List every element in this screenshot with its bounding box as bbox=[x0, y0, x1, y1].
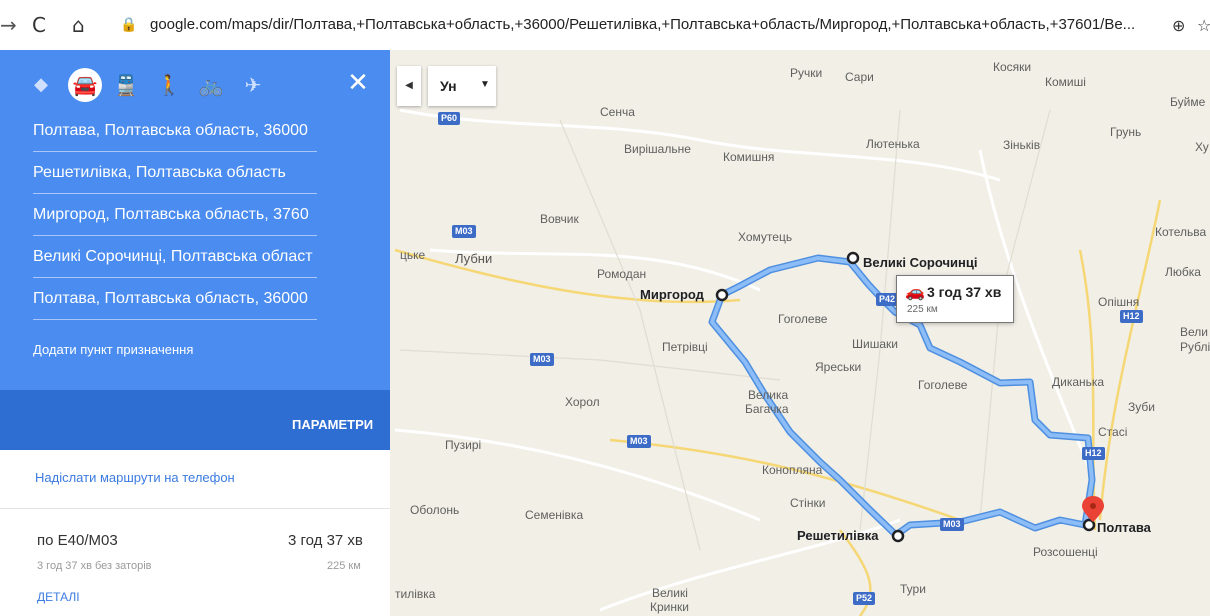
route-info-bubble[interactable]: 🚗 3 год 37 хв 225 км bbox=[896, 275, 1014, 323]
bike-icon[interactable]: 🚲 bbox=[194, 68, 228, 102]
place-label: Конопляна bbox=[762, 463, 823, 477]
forward-icon[interactable]: → bbox=[0, 13, 17, 37]
road-shield: M03 bbox=[940, 518, 964, 531]
place-label: Опішня bbox=[1098, 295, 1140, 309]
place-label: Велика bbox=[748, 388, 789, 402]
place-label: Рублі bbox=[1180, 340, 1210, 354]
place-label: Зуби bbox=[1128, 400, 1155, 414]
place-label: Хорол bbox=[565, 395, 600, 409]
place-label: Сари bbox=[845, 70, 874, 84]
chevron-down-icon: ▼ bbox=[480, 79, 490, 90]
place-label: Гоголеве bbox=[778, 312, 828, 326]
stop-field-5[interactable]: Полтава, Полтавська область, 36000 bbox=[33, 281, 317, 320]
place-label: Вели bbox=[1180, 325, 1208, 339]
route-name[interactable]: по E40/M03 bbox=[37, 532, 118, 549]
stop-label-reshetylivka[interactable]: Решетилівка bbox=[797, 528, 878, 543]
place-label: Гоголеве bbox=[918, 378, 968, 392]
place-label: Багачка bbox=[745, 402, 789, 416]
info-distance: 225 км bbox=[907, 304, 938, 315]
add-tab-icon[interactable]: ⊕ bbox=[1172, 16, 1185, 35]
route-traffic-note: 3 год 37 хв без заторів bbox=[37, 560, 152, 572]
stop-marker-sorochyntsi bbox=[846, 251, 860, 265]
car-icon[interactable]: 🚘 bbox=[68, 68, 102, 102]
map-layer-select[interactable]: Ун ▼ bbox=[428, 66, 496, 106]
road-shield: H12 bbox=[1120, 310, 1143, 323]
place-label: Пузирі bbox=[445, 438, 482, 452]
home-icon[interactable]: ⌂ bbox=[72, 13, 85, 37]
place-label: Комиші bbox=[1045, 75, 1086, 89]
place-label: Стасі bbox=[1098, 425, 1128, 439]
place-label: Лубни bbox=[455, 251, 493, 266]
place-label: Ромодан bbox=[597, 267, 647, 281]
stop-label-sorochyntsi[interactable]: Великі Сорочинці bbox=[863, 255, 977, 270]
stop-field-3[interactable]: Миргород, Полтавська область, 3760 bbox=[33, 197, 317, 236]
place-label: Вирішальне bbox=[624, 142, 691, 156]
place-label: Стінки bbox=[790, 496, 826, 510]
details-link[interactable]: ДЕТАЛІ bbox=[37, 590, 80, 604]
place-label: тилівка bbox=[395, 587, 436, 601]
place-label: цьке bbox=[400, 248, 426, 262]
close-icon[interactable]: ✕ bbox=[343, 68, 373, 98]
divider bbox=[0, 508, 390, 509]
road-shield: M03 bbox=[530, 353, 554, 366]
road-shield: M03 bbox=[627, 435, 651, 448]
flight-icon[interactable]: ✈ bbox=[236, 68, 270, 102]
place-label: Розсошенці bbox=[1033, 545, 1098, 559]
place-label: Буйме bbox=[1170, 95, 1206, 109]
place-label: Сенча bbox=[600, 105, 635, 119]
place-label: Комишня bbox=[723, 150, 775, 164]
place-label: Любка bbox=[1165, 265, 1201, 279]
place-label: Семенівка bbox=[525, 508, 584, 522]
place-label: Ху bbox=[1195, 140, 1209, 154]
road-shield: P60 bbox=[438, 112, 461, 125]
browser-address-bar: → C ⌂ 🔒 google.com/maps/dir/Полтава,+Пол… bbox=[0, 0, 1210, 51]
stop-field-1[interactable]: Полтава, Полтавська область, 36000 bbox=[33, 113, 317, 152]
url-field[interactable]: google.com/maps/dir/Полтава,+Полтавська+… bbox=[150, 16, 1150, 33]
place-label: Зіньків bbox=[1003, 138, 1041, 152]
place-label: Грунь bbox=[1110, 125, 1142, 139]
place-label: Хомутець bbox=[738, 230, 793, 244]
place-label: Лютенька bbox=[866, 137, 920, 151]
road-shield: P42 bbox=[876, 293, 899, 306]
place-label: Петрівці bbox=[662, 340, 708, 354]
route-distance: 225 км bbox=[327, 560, 361, 572]
place-label: Великі bbox=[652, 586, 688, 600]
add-destination-link[interactable]: Додати пункт призначення bbox=[33, 342, 193, 357]
collapse-panel-button[interactable]: ◀ bbox=[397, 66, 421, 106]
place-label: Яреськи bbox=[815, 360, 862, 374]
place-label: Косяки bbox=[993, 60, 1032, 74]
place-label: Котельва bbox=[1155, 225, 1207, 239]
road-shield: M03 bbox=[452, 225, 476, 238]
stop-field-2[interactable]: Решетилівка, Полтавська область bbox=[33, 155, 317, 194]
place-label: Тури bbox=[900, 582, 926, 596]
stop-field-4[interactable]: Великі Сорочинці, Полтавська област bbox=[33, 239, 317, 278]
stop-marker-myrhorod bbox=[715, 288, 729, 302]
place-label: Оболонь bbox=[410, 503, 460, 517]
info-duration: 3 год 37 хв bbox=[927, 284, 1002, 300]
walk-icon[interactable]: 🚶 bbox=[152, 68, 186, 102]
route-duration: 3 год 37 хв bbox=[288, 532, 363, 549]
place-label: Диканька bbox=[1052, 375, 1105, 389]
star-icon[interactable]: ☆ bbox=[1197, 16, 1210, 35]
place-label: Вовчик bbox=[540, 212, 579, 226]
reload-icon[interactable]: C bbox=[32, 13, 46, 37]
stop-marker-reshetylivka bbox=[891, 529, 905, 543]
send-to-phone-link[interactable]: Надіслати маршрути на телефон bbox=[35, 470, 235, 485]
car-icon: 🚗 bbox=[905, 282, 925, 301]
transit-icon[interactable]: 🚆 bbox=[109, 68, 143, 102]
place-label: Шишаки bbox=[852, 337, 898, 351]
stop-label-poltava[interactable]: Полтава bbox=[1097, 520, 1151, 535]
directions-icon[interactable]: ◆ bbox=[24, 68, 58, 102]
parameters-button[interactable]: ПАРАМЕТРИ bbox=[292, 417, 373, 432]
layer-label: Ун bbox=[440, 78, 457, 94]
lock-icon: 🔒 bbox=[120, 17, 138, 33]
road-shield: P52 bbox=[853, 592, 876, 605]
stop-label-myrhorod[interactable]: Миргород bbox=[640, 287, 704, 302]
place-label: Ручки bbox=[790, 66, 823, 80]
place-label: Кринки bbox=[650, 600, 689, 614]
road-shield: H12 bbox=[1082, 447, 1105, 460]
